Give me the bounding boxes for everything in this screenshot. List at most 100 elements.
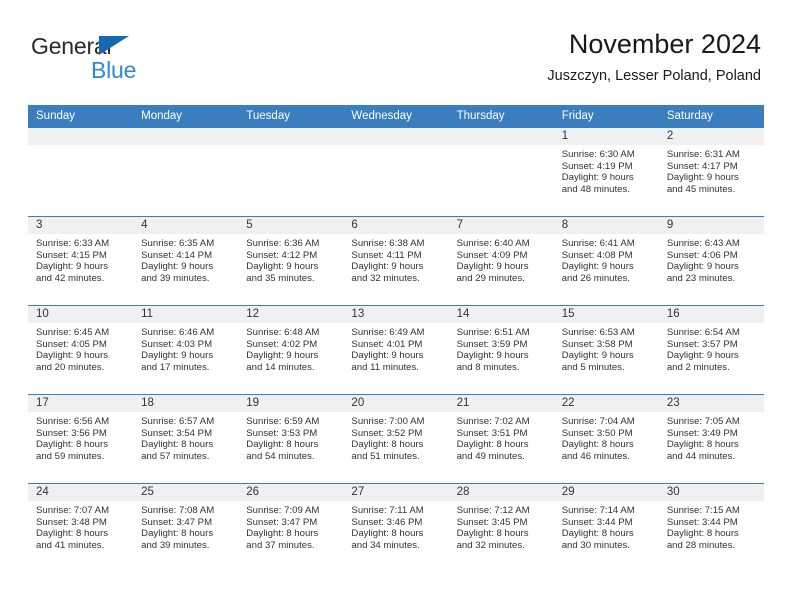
daylight-text-line1: Daylight: 8 hours: [351, 528, 424, 540]
day-number: 24: [28, 484, 134, 501]
calendar-day-cell[interactable]: 5 Sunrise: 6:36 AM Sunset: 4:12 PM Daylight…: [238, 216, 344, 306]
day-details: Sunrise: 6:54 AM Sunset: 3:57 PM Daylight:…: [659, 323, 764, 373]
sunset-text: Sunset: 4:08 PM: [561, 249, 633, 261]
brand-logo[interactable]: General Blue: [31, 33, 231, 85]
day-details: Sunrise: 6:49 AM Sunset: 4:01 PM Daylight:…: [343, 323, 448, 373]
page-header: General Blue November 2024 Juszczyn, Les…: [0, 0, 792, 100]
weekday-header-friday: Friday: [553, 105, 659, 128]
calendar-day-cell[interactable]: 17 Sunrise: 6:56 AM Sunset: 3:56 PM Dayligh…: [28, 394, 134, 484]
calendar-day-cell[interactable]: 7 Sunrise: 6:40 AM Sunset: 4:09 PM Daylight…: [448, 216, 554, 306]
calendar-day-cell[interactable]: 19 Sunrise: 6:59 AM Sunset: 3:53 PM Dayligh…: [238, 394, 344, 484]
calendar-day-cell[interactable]: 8 Sunrise: 6:41 AM Sunset: 4:08 PM Daylight…: [553, 216, 659, 306]
sunset-text: Sunset: 4:06 PM: [666, 249, 738, 261]
calendar-day-cell[interactable]: 9 Sunrise: 6:43 AM Sunset: 4:06 PM Daylight…: [658, 216, 764, 306]
day-details: Sunrise: 6:48 AM Sunset: 4:02 PM Daylight:…: [238, 323, 343, 373]
daylight-text-line1: Daylight: 8 hours: [36, 528, 108, 540]
calendar-page: General Blue November 2024 Juszczyn, Les…: [0, 0, 792, 612]
sunrise-text: Sunrise: 6:51 AM: [456, 327, 530, 338]
daylight-text-line1: Daylight: 9 hours: [246, 261, 319, 273]
daylight-text-line1: Daylight: 9 hours: [561, 350, 634, 362]
sunrise-text: Sunrise: 7:04 AM: [561, 416, 635, 427]
calendar-day-cell[interactable]: 23 Sunrise: 7:05 AM Sunset: 3:49 PM Dayligh…: [658, 394, 764, 484]
calendar-day-cell[interactable]: 26 Sunrise: 7:09 AM Sunset: 3:47 PM Dayligh…: [238, 483, 344, 572]
day-details: Sunrise: 6:35 AM Sunset: 4:14 PM Daylight:…: [133, 234, 238, 284]
calendar-cell-empty: [28, 128, 134, 217]
day-number: 11: [133, 306, 239, 323]
day-cell-inner: 5 Sunrise: 6:36 AM Sunset: 4:12 PM Daylight…: [238, 217, 344, 305]
calendar-week-row: 1 Sunrise: 6:30 AM Sunset: 4:19 PM Daylight…: [28, 128, 764, 217]
day-cell-inner: 29 Sunrise: 7:14 AM Sunset: 3:44 PM Dayligh…: [553, 484, 659, 572]
sunset-text: Sunset: 3:54 PM: [141, 427, 213, 439]
sunrise-text: Sunrise: 6:38 AM: [351, 238, 425, 249]
calendar-day-cell[interactable]: 29 Sunrise: 7:14 AM Sunset: 3:44 PM Dayligh…: [553, 483, 659, 572]
calendar-day-cell[interactable]: 27 Sunrise: 7:11 AM Sunset: 3:46 PM Dayligh…: [343, 483, 449, 572]
daylight-text-line1: Daylight: 9 hours: [456, 261, 529, 273]
weekday-header-thursday: Thursday: [448, 105, 554, 128]
weekday-header-saturday: Saturday: [658, 105, 764, 128]
daylight-text-line1: Daylight: 8 hours: [351, 439, 424, 451]
day-cell-inner: 14 Sunrise: 6:51 AM Sunset: 3:59 PM Dayligh…: [448, 306, 554, 394]
sunset-text: Sunset: 3:52 PM: [351, 427, 423, 439]
calendar-day-cell[interactable]: 12 Sunrise: 6:48 AM Sunset: 4:02 PM Dayligh…: [238, 305, 344, 395]
calendar-day-cell[interactable]: 30 Sunrise: 7:15 AM Sunset: 3:44 PM Dayligh…: [658, 483, 764, 572]
sunset-text: Sunset: 3:48 PM: [36, 516, 107, 528]
daylight-text-line2: and 11 minutes.: [351, 361, 419, 373]
day-details: Sunrise: 7:09 AM Sunset: 3:47 PM Daylight:…: [238, 501, 343, 551]
sunrise-text: Sunrise: 7:08 AM: [141, 505, 215, 516]
daylight-text-line2: and 48 minutes.: [561, 183, 630, 195]
calendar-day-cell[interactable]: 22 Sunrise: 7:04 AM Sunset: 3:50 PM Dayligh…: [553, 394, 659, 484]
sunset-text: Sunset: 3:44 PM: [561, 516, 633, 528]
brand-name-blue: Blue: [91, 57, 137, 83]
daylight-text-line1: Daylight: 8 hours: [561, 439, 634, 451]
calendar-day-cell[interactable]: 4 Sunrise: 6:35 AM Sunset: 4:14 PM Daylight…: [133, 216, 239, 306]
day-number: 7: [448, 217, 554, 234]
calendar-day-cell[interactable]: 1 Sunrise: 6:30 AM Sunset: 4:19 PM Daylight…: [553, 128, 659, 217]
day-details: Sunrise: 7:08 AM Sunset: 3:47 PM Daylight:…: [133, 501, 238, 551]
day-details: Sunrise: 7:02 AM Sunset: 3:51 PM Daylight:…: [449, 412, 554, 462]
calendar-day-cell[interactable]: 13 Sunrise: 6:49 AM Sunset: 4:01 PM Dayligh…: [343, 305, 449, 395]
calendar-day-cell[interactable]: 3 Sunrise: 6:33 AM Sunset: 4:15 PM Daylight…: [28, 216, 134, 306]
sunset-text: Sunset: 4:17 PM: [666, 160, 738, 172]
daylight-text-line1: Daylight: 8 hours: [456, 528, 529, 540]
daylight-text-line2: and 54 minutes.: [246, 450, 315, 462]
calendar-day-cell[interactable]: 2 Sunrise: 6:31 AM Sunset: 4:17 PM Daylight…: [658, 128, 764, 217]
daylight-text-line1: Daylight: 8 hours: [36, 439, 108, 451]
calendar-day-cell[interactable]: 11 Sunrise: 6:46 AM Sunset: 4:03 PM Dayligh…: [133, 305, 239, 395]
day-number: [448, 128, 554, 145]
calendar-day-cell[interactable]: 15 Sunrise: 6:53 AM Sunset: 3:58 PM Dayligh…: [553, 305, 659, 395]
daylight-text-line2: and 44 minutes.: [666, 450, 736, 462]
calendar-day-cell[interactable]: 18 Sunrise: 6:57 AM Sunset: 3:54 PM Dayligh…: [133, 394, 239, 484]
calendar-day-cell[interactable]: 24 Sunrise: 7:07 AM Sunset: 3:48 PM Dayligh…: [28, 483, 134, 572]
calendar-day-cell[interactable]: 6 Sunrise: 6:38 AM Sunset: 4:11 PM Daylight…: [343, 216, 449, 306]
sunrise-text: Sunrise: 6:33 AM: [36, 238, 110, 249]
sunrise-text: Sunrise: 6:40 AM: [456, 238, 530, 249]
day-cell-inner: 13 Sunrise: 6:49 AM Sunset: 4:01 PM Dayligh…: [343, 306, 449, 394]
calendar-day-cell[interactable]: 25 Sunrise: 7:08 AM Sunset: 3:47 PM Dayligh…: [133, 483, 239, 572]
daylight-text-line2: and 41 minutes.: [36, 539, 105, 551]
daylight-text-line1: Daylight: 8 hours: [141, 439, 214, 451]
daylight-text-line1: Daylight: 8 hours: [246, 528, 319, 540]
day-cell-inner: [238, 128, 344, 216]
day-number: [238, 128, 344, 145]
day-number: [133, 128, 239, 145]
day-details: Sunrise: 7:00 AM Sunset: 3:52 PM Daylight:…: [343, 412, 448, 462]
weekday-header: Sunday Monday Tuesday Wednesday Thursday Frid…: [28, 105, 764, 128]
calendar-day-cell[interactable]: 28 Sunrise: 7:12 AM Sunset: 3:45 PM Dayligh…: [448, 483, 554, 572]
day-number: 8: [553, 217, 659, 234]
calendar-day-cell[interactable]: 16 Sunrise: 6:54 AM Sunset: 3:57 PM Dayligh…: [658, 305, 764, 395]
calendar-cell-empty: [448, 128, 554, 217]
sunset-text: Sunset: 4:02 PM: [246, 338, 318, 350]
sunrise-text: Sunrise: 7:12 AM: [456, 505, 530, 516]
day-details: Sunrise: 7:11 AM Sunset: 3:46 PM Daylight:…: [343, 501, 448, 551]
day-cell-inner: 22 Sunrise: 7:04 AM Sunset: 3:50 PM Dayligh…: [553, 395, 659, 483]
daylight-text-line2: and 23 minutes.: [666, 272, 736, 284]
calendar-day-cell[interactable]: 21 Sunrise: 7:02 AM Sunset: 3:51 PM Dayligh…: [448, 394, 554, 484]
daylight-text-line1: Daylight: 8 hours: [666, 528, 739, 540]
calendar-day-cell[interactable]: 14 Sunrise: 6:51 AM Sunset: 3:59 PM Dayligh…: [448, 305, 554, 395]
daylight-text-line2: and 32 minutes.: [456, 539, 525, 551]
sunset-text: Sunset: 3:56 PM: [36, 427, 107, 439]
calendar-day-cell[interactable]: 20 Sunrise: 7:00 AM Sunset: 3:52 PM Dayligh…: [343, 394, 449, 484]
calendar-day-cell[interactable]: 10 Sunrise: 6:45 AM Sunset: 4:05 PM Dayligh…: [28, 305, 134, 395]
calendar-header-row: Sunday Monday Tuesday Wednesday Thursday Frid…: [28, 105, 764, 128]
sunset-text: Sunset: 3:47 PM: [246, 516, 318, 528]
